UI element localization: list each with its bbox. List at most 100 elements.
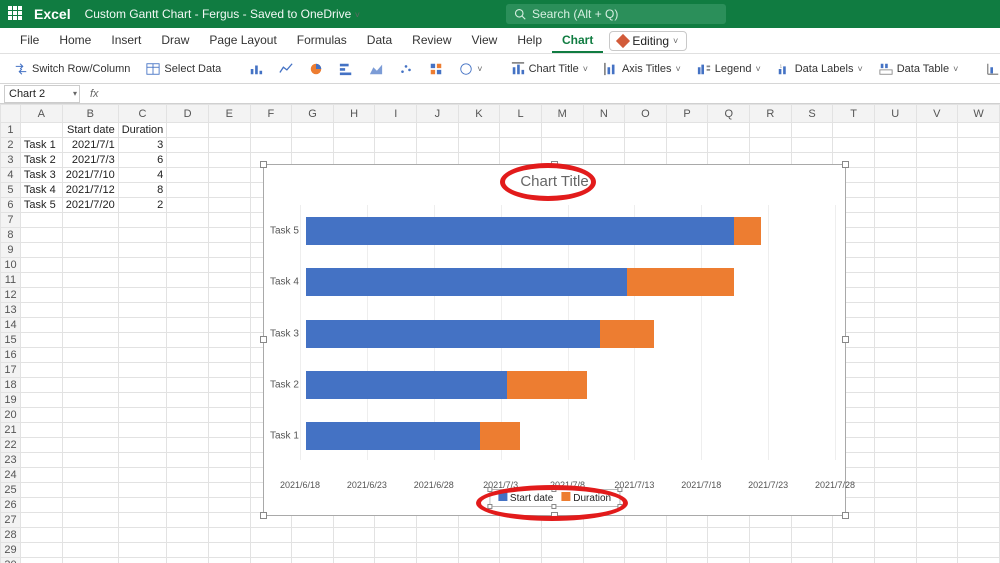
- cell[interactable]: [292, 543, 334, 558]
- cell[interactable]: [666, 528, 708, 543]
- switch-row-column-button[interactable]: Switch Row/Column: [8, 59, 136, 79]
- cell[interactable]: [458, 558, 500, 563]
- row-header[interactable]: 6: [1, 198, 21, 213]
- cell[interactable]: [958, 513, 1000, 528]
- tab-formulas[interactable]: Formulas: [287, 29, 357, 53]
- cell[interactable]: [916, 483, 958, 498]
- tab-data[interactable]: Data: [357, 29, 402, 53]
- row-header[interactable]: 2: [1, 138, 21, 153]
- cell[interactable]: [250, 528, 292, 543]
- cell[interactable]: [666, 543, 708, 558]
- tab-draw[interactable]: Draw: [151, 29, 199, 53]
- cell[interactable]: [625, 138, 667, 153]
- row-header[interactable]: 4: [1, 168, 21, 183]
- bar-segment-duration[interactable]: [480, 422, 520, 450]
- cell[interactable]: [20, 438, 62, 453]
- cell[interactable]: [916, 438, 958, 453]
- cell[interactable]: [292, 528, 334, 543]
- cell[interactable]: [62, 423, 118, 438]
- cell[interactable]: 4: [118, 168, 167, 183]
- cell[interactable]: [458, 138, 500, 153]
- row-header[interactable]: 3: [1, 153, 21, 168]
- cell[interactable]: [708, 558, 750, 563]
- cell[interactable]: 2021/7/3: [62, 153, 118, 168]
- cell[interactable]: [208, 558, 250, 563]
- chart-title-button[interactable]: Chart Title˅: [505, 59, 594, 79]
- cell[interactable]: [916, 498, 958, 513]
- row-header[interactable]: 27: [1, 513, 21, 528]
- cell[interactable]: [874, 318, 916, 333]
- cell[interactable]: [417, 123, 459, 138]
- cell[interactable]: [62, 498, 118, 513]
- column-header[interactable]: N: [583, 105, 625, 123]
- cell[interactable]: [916, 363, 958, 378]
- column-header[interactable]: H: [333, 105, 375, 123]
- cell[interactable]: [118, 423, 167, 438]
- resize-handle[interactable]: [260, 161, 267, 168]
- cell[interactable]: [666, 558, 708, 563]
- cell[interactable]: [916, 288, 958, 303]
- cell[interactable]: [375, 123, 417, 138]
- cell[interactable]: [958, 408, 1000, 423]
- cell[interactable]: [167, 483, 209, 498]
- cell[interactable]: [874, 483, 916, 498]
- cell[interactable]: [20, 498, 62, 513]
- cell[interactable]: [118, 363, 167, 378]
- bar-segment-start[interactable]: [306, 217, 734, 245]
- bar-segment-start[interactable]: [306, 320, 600, 348]
- cell[interactable]: [958, 288, 1000, 303]
- chart-type-hbar-icon[interactable]: [333, 59, 359, 79]
- cell[interactable]: [208, 528, 250, 543]
- column-header[interactable]: O: [625, 105, 667, 123]
- column-header[interactable]: U: [874, 105, 916, 123]
- cell[interactable]: [375, 528, 417, 543]
- cell[interactable]: [333, 558, 375, 563]
- cell[interactable]: [208, 468, 250, 483]
- cell[interactable]: [167, 528, 209, 543]
- cell[interactable]: [916, 423, 958, 438]
- cell[interactable]: [958, 423, 1000, 438]
- row-header[interactable]: 13: [1, 303, 21, 318]
- row-header[interactable]: 12: [1, 288, 21, 303]
- cell[interactable]: 2021/7/20: [62, 198, 118, 213]
- bar-segment-duration[interactable]: [507, 371, 587, 399]
- row-header[interactable]: 9: [1, 243, 21, 258]
- cell[interactable]: [874, 498, 916, 513]
- row-header[interactable]: 20: [1, 408, 21, 423]
- cell[interactable]: [417, 528, 459, 543]
- chart-type-area-icon[interactable]: [363, 59, 389, 79]
- cell[interactable]: [916, 303, 958, 318]
- cell[interactable]: [118, 528, 167, 543]
- cell[interactable]: [874, 303, 916, 318]
- cell[interactable]: [625, 558, 667, 563]
- cell[interactable]: [208, 438, 250, 453]
- cell[interactable]: [583, 543, 625, 558]
- cell[interactable]: 6: [118, 153, 167, 168]
- column-header[interactable]: D: [167, 105, 209, 123]
- cell[interactable]: [208, 408, 250, 423]
- cell[interactable]: [167, 183, 209, 198]
- cell[interactable]: [62, 513, 118, 528]
- cell[interactable]: [916, 513, 958, 528]
- cell[interactable]: [20, 228, 62, 243]
- cell[interactable]: [916, 378, 958, 393]
- cell[interactable]: [208, 513, 250, 528]
- cell[interactable]: [62, 453, 118, 468]
- cell[interactable]: [874, 438, 916, 453]
- cell[interactable]: [20, 303, 62, 318]
- cell[interactable]: [250, 123, 292, 138]
- cell[interactable]: [118, 333, 167, 348]
- row-header[interactable]: 23: [1, 453, 21, 468]
- cell[interactable]: [833, 138, 875, 153]
- cell[interactable]: [167, 363, 209, 378]
- cell[interactable]: [167, 288, 209, 303]
- tab-page-layout[interactable]: Page Layout: [199, 29, 286, 53]
- cell[interactable]: [916, 408, 958, 423]
- cell[interactable]: [916, 228, 958, 243]
- cell[interactable]: [916, 558, 958, 563]
- cell[interactable]: [167, 213, 209, 228]
- cell[interactable]: [708, 138, 750, 153]
- cell[interactable]: [208, 273, 250, 288]
- cell[interactable]: [583, 123, 625, 138]
- cell[interactable]: [958, 123, 1000, 138]
